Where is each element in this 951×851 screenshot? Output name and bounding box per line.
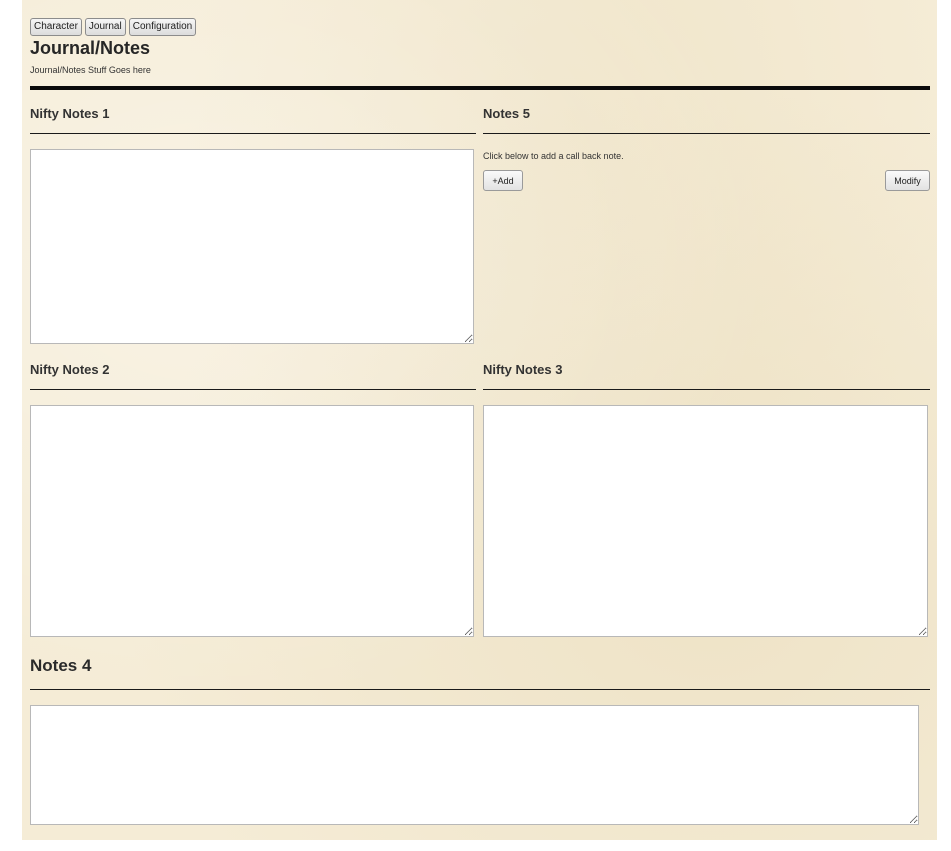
nifty-notes-1-textarea[interactable] [30,149,474,344]
tab-configuration[interactable]: Configuration [128,18,197,36]
page-title: Journal/Notes [30,38,151,58]
tab-journal[interactable]: Journal [84,18,126,36]
tab-character[interactable]: Character [30,18,82,36]
nifty-notes-1-divider [30,133,476,134]
notes-5-divider [483,133,930,134]
header-divider [30,86,930,90]
notes-5-heading: Notes 5 [483,106,530,121]
tab-bar: Character Journal Configuration [30,18,197,36]
character-sheet: Character Journal Configuration Journal/… [22,0,937,840]
nifty-notes-3-divider [483,389,930,390]
nifty-notes-1-heading: Nifty Notes 1 [30,106,110,121]
nifty-notes-2-divider [30,389,476,390]
notes-5-hint: Click below to add a call back note. [483,151,624,161]
notes-4-divider [30,689,930,690]
notes-4-heading: Notes 4 [30,656,92,675]
page-subtitle: Journal/Notes Stuff Goes here [30,65,151,75]
nifty-notes-2-heading: Nifty Notes 2 [30,362,110,377]
nifty-notes-3-textarea[interactable] [483,405,928,637]
add-note-button[interactable]: +Add [483,170,523,191]
nifty-notes-3-heading: Nifty Notes 3 [483,362,563,377]
nifty-notes-2-textarea[interactable] [30,405,474,637]
modify-note-button[interactable]: Modify [885,170,930,191]
notes-4-textarea[interactable] [30,705,919,825]
